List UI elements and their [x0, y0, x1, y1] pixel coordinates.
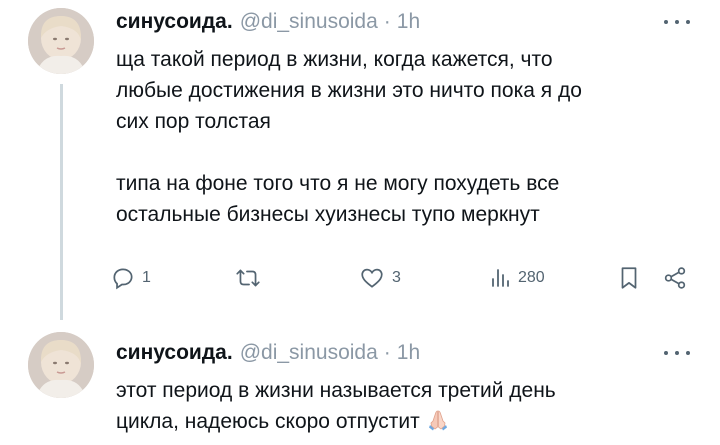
- views-button[interactable]: 280: [488, 262, 545, 294]
- text-line: этот период в жизни называется третий де…: [116, 379, 556, 402]
- heart-icon: [361, 268, 383, 288]
- avatar[interactable]: [28, 332, 94, 398]
- author-handle[interactable]: @di_sinusoida: [240, 10, 378, 34]
- tweet-text: ща такой период в жизни, когда кажется, …: [116, 44, 686, 230]
- author-handle[interactable]: @di_sinusoida: [240, 341, 378, 365]
- text-line-with-emoji: цикла, надеюсь скоро отпустит: [116, 406, 686, 441]
- separator: ·: [383, 341, 391, 364]
- tweet-2[interactable]: синусоида. @di_sinusoida · 1h этот перио…: [0, 320, 720, 445]
- views-icon: [492, 269, 509, 287]
- reply-count: 1: [142, 269, 151, 286]
- like-count: 3: [392, 269, 401, 286]
- timestamp[interactable]: 1h: [397, 10, 420, 34]
- text-line: ща такой период в жизни, когда кажется, …: [116, 48, 553, 71]
- like-button[interactable]: 3: [358, 262, 401, 294]
- author-name[interactable]: синусоида.: [116, 10, 233, 34]
- reply-button[interactable]: 1: [110, 262, 151, 294]
- share-button[interactable]: [662, 262, 688, 294]
- text-line: типа на фоне того что я не могу похудеть…: [116, 172, 560, 195]
- more-icon[interactable]: [664, 17, 690, 27]
- text-line: любые достижения в жизни это ничто пока …: [116, 79, 582, 102]
- author-name[interactable]: синусоида.: [116, 341, 233, 365]
- separator: ·: [383, 10, 391, 33]
- bookmark-icon: [621, 267, 637, 289]
- tweet-1[interactable]: синусоида. @di_sinusoida · 1h ща такой п…: [0, 0, 720, 320]
- tweet-header: синусоида. @di_sinusoida · 1h: [116, 339, 420, 367]
- text-line: остальные бизнесы хуизнесы тупо меркнут: [116, 203, 540, 226]
- timestamp[interactable]: 1h: [397, 341, 420, 365]
- avatar[interactable]: [28, 8, 94, 74]
- reply-icon: [113, 268, 133, 290]
- bookmark-button[interactable]: [616, 262, 642, 294]
- more-icon[interactable]: [664, 348, 690, 358]
- views-count: 280: [518, 269, 545, 286]
- tweet-header: синусоида. @di_sinusoida · 1h: [116, 8, 420, 36]
- tweet-text: этот период в жизни называется третий де…: [116, 375, 686, 441]
- share-icon: [664, 267, 686, 289]
- action-bar: 1 3 280: [110, 262, 690, 294]
- text-line: сих пор толстая: [116, 110, 271, 133]
- retweet-icon: [236, 269, 260, 287]
- thread-line: [60, 84, 63, 320]
- retweet-button[interactable]: [234, 262, 268, 294]
- text-line: цикла, надеюсь скоро отпустит: [116, 410, 420, 433]
- praying-hands-icon: [426, 408, 450, 441]
